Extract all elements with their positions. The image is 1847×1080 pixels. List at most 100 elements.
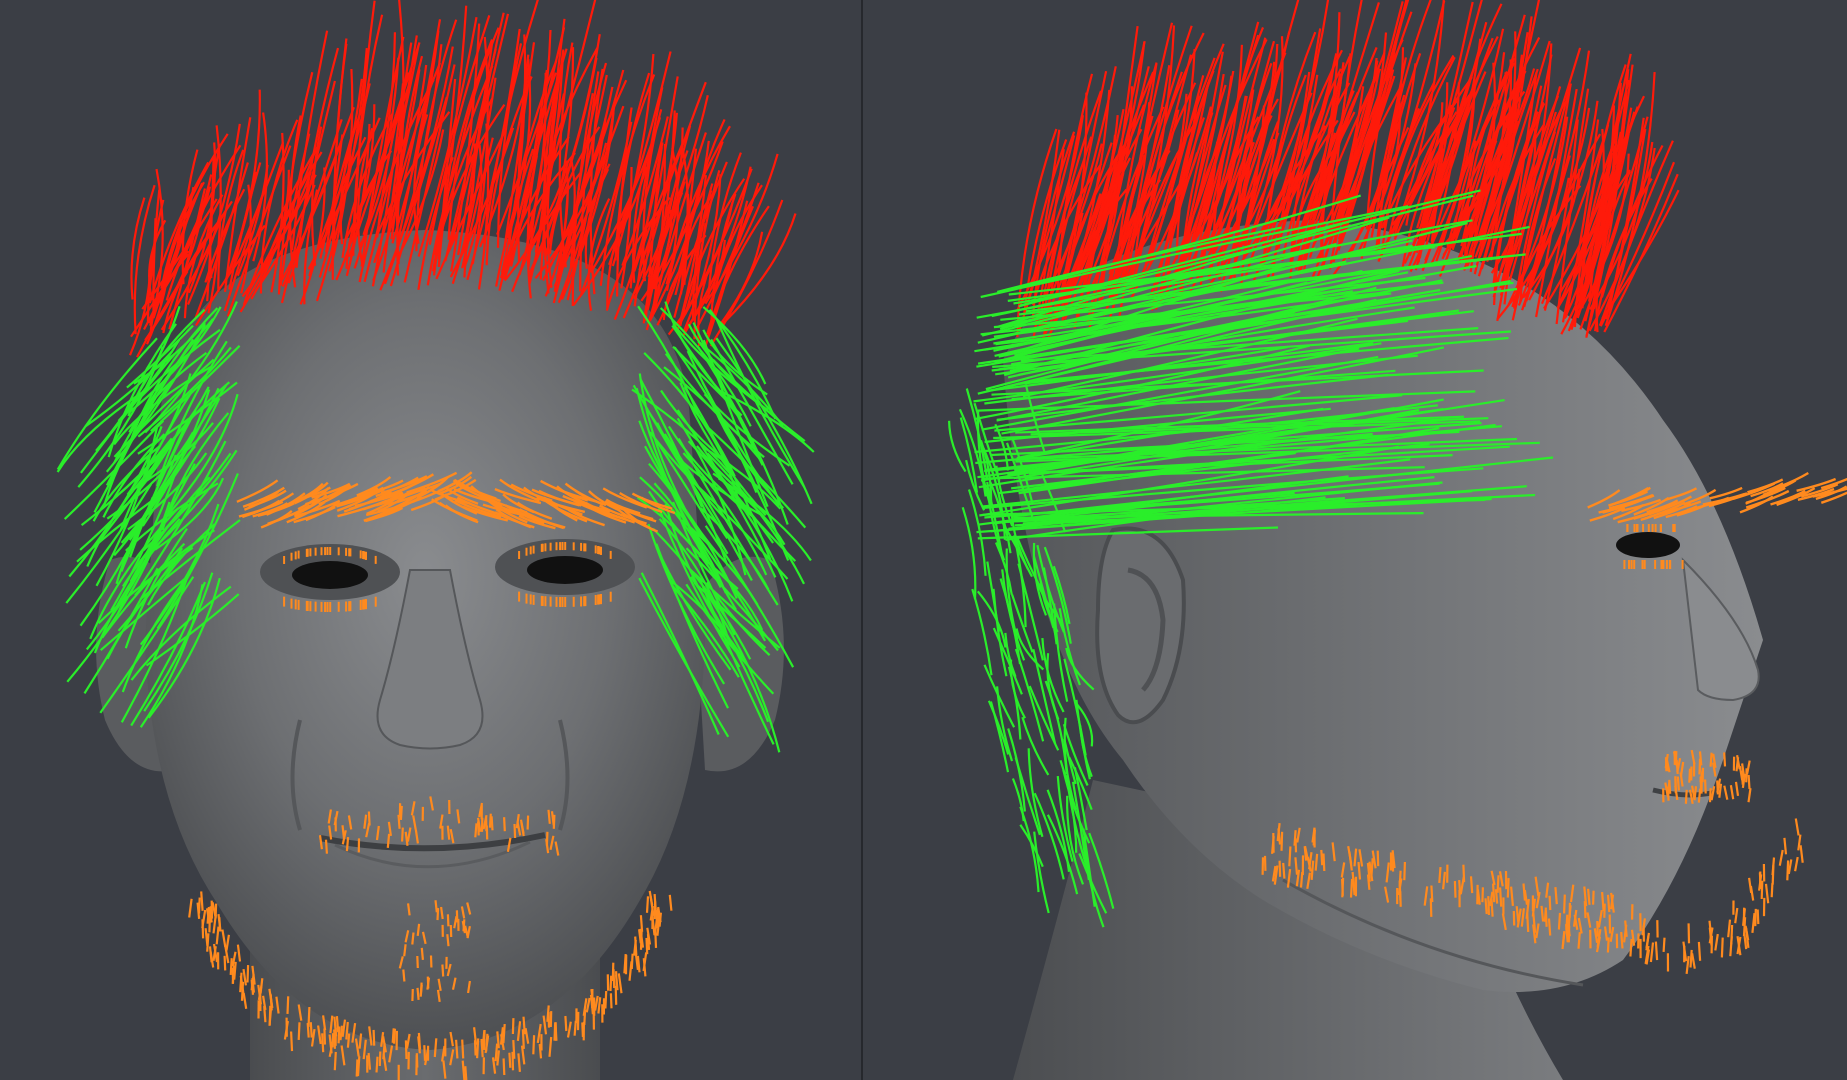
beard-hair	[1691, 953, 1696, 969]
beard-hair	[1563, 894, 1566, 914]
beard-hair	[200, 891, 204, 911]
beard-hair	[1567, 917, 1571, 934]
beard-hair	[1438, 867, 1442, 883]
beard-hair	[623, 954, 627, 974]
beard-hair	[416, 955, 419, 969]
beard-hair	[1698, 751, 1703, 766]
beard-hair	[609, 975, 613, 992]
beard-hair	[508, 1052, 512, 1068]
beard-hair	[218, 917, 222, 932]
beard-hair	[617, 973, 623, 994]
beard-hair	[1303, 846, 1308, 861]
beard-hair	[1548, 895, 1552, 911]
beard-hair	[1794, 856, 1799, 872]
side-viewport-canvas[interactable]	[863, 0, 1847, 1080]
beard-hair	[511, 1051, 515, 1071]
beard-hair	[1322, 853, 1326, 872]
eye-hole-side	[1616, 532, 1680, 558]
beard-hair	[546, 1005, 550, 1022]
beard-hair	[1587, 888, 1591, 905]
beard-hair	[1714, 933, 1719, 951]
beard-hair	[215, 926, 220, 945]
beard-hair	[420, 947, 424, 961]
beard-hair	[474, 823, 478, 838]
beard-hair	[416, 987, 420, 1001]
scalp-hair-strand	[130, 197, 146, 300]
beard-hair	[441, 964, 445, 977]
beard-hair	[1689, 949, 1693, 968]
beard-hair	[1349, 878, 1354, 898]
beard-hair	[1729, 785, 1735, 800]
beard-hair	[411, 932, 415, 945]
beard-hair	[1561, 931, 1566, 947]
beard-hair	[477, 821, 480, 836]
front-viewport[interactable]	[0, 0, 861, 1080]
beard-hair	[402, 969, 406, 982]
beard-hair	[1794, 818, 1800, 836]
beard-hair	[423, 1045, 427, 1061]
beard-hair	[1697, 788, 1702, 803]
beard-hair	[522, 1016, 526, 1035]
beard-hair	[339, 1025, 343, 1041]
beard-hair	[378, 1051, 382, 1067]
beard-hair	[1601, 892, 1605, 912]
beard-hair	[1496, 875, 1500, 893]
beard-hair	[399, 805, 403, 820]
beard-hair	[1487, 896, 1490, 916]
beard-hair	[375, 1056, 379, 1073]
beard-hair	[1376, 850, 1380, 867]
beard-hair	[614, 985, 618, 1005]
beard-hair	[1629, 938, 1633, 957]
beard-hair	[236, 944, 242, 962]
beard-hair	[1688, 768, 1692, 783]
beard-hair	[658, 912, 662, 927]
beard-hair	[1577, 932, 1581, 949]
beard-hair	[1747, 788, 1752, 803]
beard-hair	[356, 1056, 361, 1077]
beard-hair	[346, 1033, 351, 1048]
beard-hair	[1398, 880, 1402, 901]
beard-hair	[197, 897, 201, 914]
side-hair-strand	[976, 590, 1007, 648]
beard-hair	[1592, 890, 1595, 905]
beard-hair	[464, 1066, 468, 1080]
beard-hair	[333, 1051, 337, 1071]
beard-hair	[229, 958, 233, 975]
viewport-split	[0, 0, 1847, 1080]
beard-hair	[502, 1024, 506, 1044]
beard-hair	[455, 1039, 459, 1059]
beard-hair	[1685, 955, 1690, 975]
side-hair-strand	[961, 506, 977, 600]
beard-hair	[668, 894, 673, 911]
beard-hair	[496, 1031, 500, 1049]
beard-hair	[545, 831, 549, 846]
side-viewport[interactable]	[863, 0, 1847, 1080]
beard-hair	[1314, 853, 1319, 871]
side-hair-strand	[1021, 716, 1050, 776]
beard-hair	[503, 817, 506, 832]
beard-hair	[634, 936, 638, 956]
beard-hair	[397, 814, 401, 829]
beard-hair	[513, 823, 517, 839]
beard-hair	[1783, 837, 1788, 855]
side-hair-strand	[983, 664, 1016, 728]
beard-hair	[401, 827, 404, 842]
beard-hair	[581, 1022, 584, 1037]
beard-hair	[526, 815, 530, 830]
beard-hair	[1778, 849, 1784, 866]
beard-hair	[446, 825, 451, 840]
beard-hair	[290, 1031, 294, 1052]
beard-hair	[321, 1033, 325, 1053]
beard-hair	[1403, 861, 1406, 881]
beard-hair	[1320, 849, 1324, 866]
beard-hair	[324, 839, 328, 854]
beard-hair	[494, 1043, 499, 1062]
beard-hair	[645, 896, 650, 913]
beard-hair	[532, 1035, 536, 1055]
beard-hair	[1734, 907, 1739, 924]
beard-hair	[512, 1040, 516, 1059]
front-viewport-canvas[interactable]	[0, 0, 861, 1080]
beard-hair	[612, 969, 616, 989]
beard-hair	[1723, 752, 1727, 767]
beard-hair	[1744, 925, 1750, 941]
